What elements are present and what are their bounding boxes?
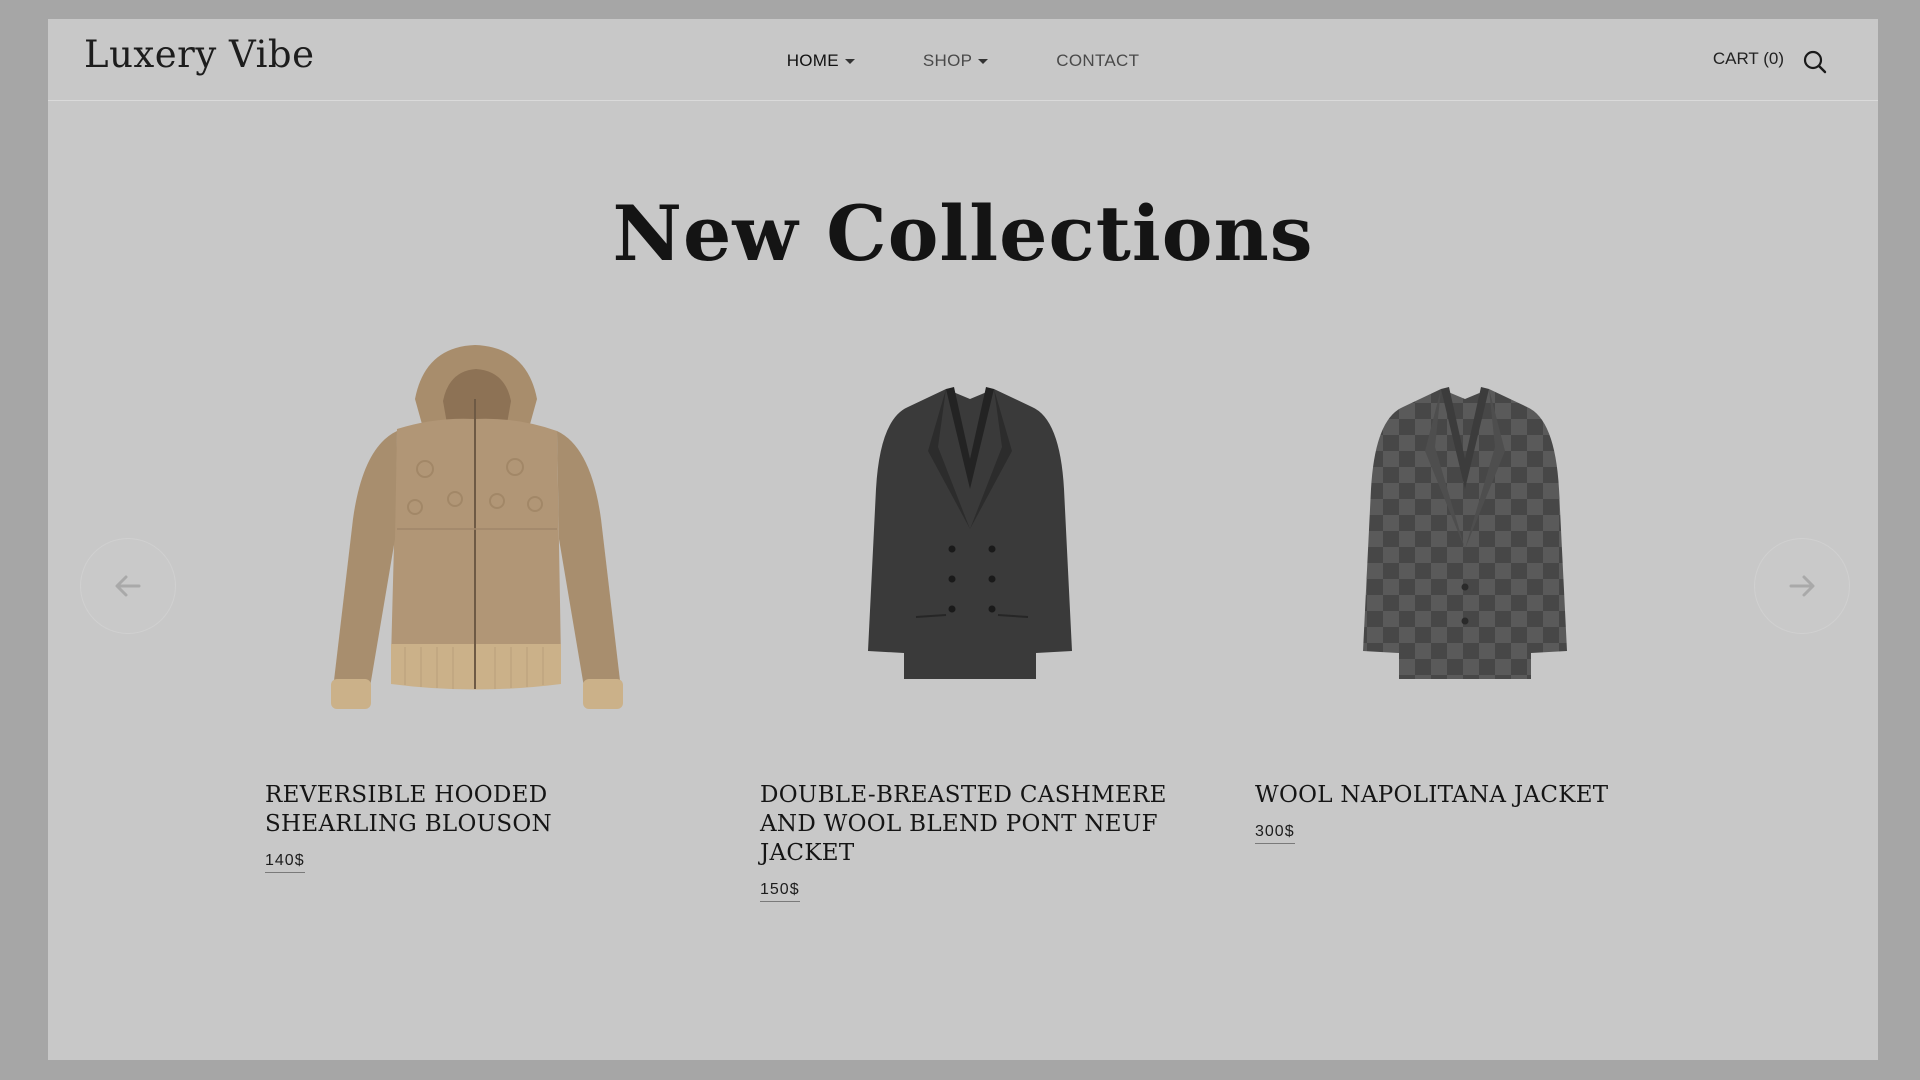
cart-link[interactable]: CART (0) [1713,49,1784,69]
arrow-right-icon [1789,575,1815,597]
product-name[interactable]: REVERSIBLE HOODED SHEARLING BLOUSON [265,781,685,839]
carousel-prev-button[interactable] [80,538,176,634]
carousel-next-button[interactable] [1754,538,1850,634]
nav-item-shop[interactable]: SHOP [922,51,989,71]
product-image-double-breasted-blazer[interactable] [760,339,1180,739]
chevron-down-icon [844,58,855,64]
nav-item-contact[interactable]: CONTACT [1056,51,1139,71]
main-nav: HOME SHOP CONTACT [48,51,1878,71]
product-image-shearling-hoodie[interactable] [265,339,685,739]
nav-item-label: SHOP [922,51,973,70]
product-price[interactable]: 300$ [1255,823,1295,844]
search-icon[interactable] [1802,49,1828,75]
product-price[interactable]: 150$ [760,881,800,902]
page-title: New Collections [612,189,1314,278]
page-frame: Luxery Vibe HOME SHOP CONTACT CART (0) N… [48,19,1878,1060]
product-card[interactable]: WOOL NAPOLITANA JACKET 300$ [1255,339,1675,844]
site-header: Luxery Vibe HOME SHOP CONTACT CART (0) [48,19,1878,101]
product-name[interactable]: DOUBLE-BREASTED CASHMERE AND WOOL BLEND … [760,781,1180,868]
product-image-checkered-blazer[interactable] [1255,339,1675,739]
nav-item-label: CONTACT [1056,51,1140,70]
nav-item-home[interactable]: HOME [787,51,855,71]
product-card[interactable]: REVERSIBLE HOODED SHEARLING BLOUSON 140$ [265,339,685,873]
product-name[interactable]: WOOL NAPOLITANA JACKET [1255,781,1675,810]
arrow-left-icon [115,575,141,597]
chevron-down-icon [978,58,989,64]
nav-item-label: HOME [786,51,839,70]
product-price[interactable]: 140$ [265,852,305,873]
product-card[interactable]: DOUBLE-BREASTED CASHMERE AND WOOL BLEND … [760,339,1180,902]
